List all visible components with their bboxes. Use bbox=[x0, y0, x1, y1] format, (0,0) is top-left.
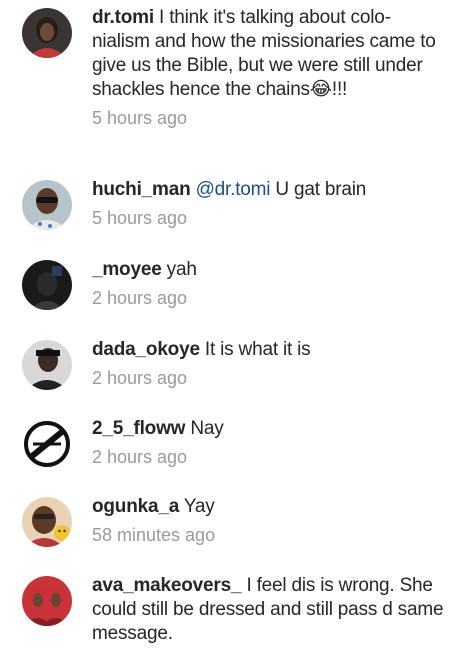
comment-text: ogunka_a Yay bbox=[92, 495, 447, 519]
comment-text: dr.tomi I think it's talking about colo-… bbox=[92, 6, 447, 102]
comment-username[interactable]: 2_5_floww bbox=[92, 418, 185, 439]
comment-username[interactable]: ava_makeovers_ bbox=[92, 575, 242, 596]
comment-text: huchi_man @dr.tomi U gat brain bbox=[92, 178, 447, 202]
avatar-woman-emoji-photo-icon bbox=[22, 497, 72, 547]
comment-timestamp: 2 hours ago bbox=[92, 447, 188, 467]
comment-mention[interactable]: @dr.tomi bbox=[196, 179, 271, 200]
comment-body: Yay bbox=[183, 496, 215, 517]
avatar[interactable] bbox=[22, 497, 72, 547]
avatar[interactable] bbox=[22, 8, 72, 58]
comment-body: yah bbox=[166, 259, 197, 280]
comment-username[interactable]: dr.tomi bbox=[92, 7, 154, 28]
comment-text: ava_makeovers_ I feel dis is wrong. She … bbox=[92, 574, 447, 646]
comment-username[interactable]: _moyee bbox=[92, 259, 162, 280]
comment-list: dr.tomi I think it's talking about colo-… bbox=[0, 0, 461, 648]
comment-text: dada_okoye It is what it is bbox=[92, 338, 447, 362]
avatar-man-photo-icon bbox=[22, 340, 72, 390]
avatar-two-women-photo-icon bbox=[22, 576, 72, 626]
avatar[interactable] bbox=[22, 260, 72, 310]
comment-text: 2_5_floww Nay bbox=[92, 417, 447, 441]
comment-body: U gat brain bbox=[275, 179, 367, 200]
avatar[interactable] bbox=[22, 180, 72, 230]
avatar-man-sunglasses-photo-icon bbox=[22, 180, 72, 230]
comment-timestamp: 5 hours ago bbox=[92, 208, 188, 228]
avatar[interactable] bbox=[22, 419, 72, 469]
comment-timestamp: 2 hours ago bbox=[92, 368, 188, 388]
comment-username[interactable]: ogunka_a bbox=[92, 496, 179, 517]
comment-timestamp: 58 minutes ago bbox=[92, 525, 216, 545]
avatar-logo-icon bbox=[22, 419, 72, 469]
comment-body: It is what it is bbox=[204, 339, 311, 360]
comment-text: _moyee yah bbox=[92, 258, 447, 282]
comment-username[interactable]: dada_okoye bbox=[92, 339, 200, 360]
avatar[interactable] bbox=[22, 340, 72, 390]
comment-body: Nay bbox=[190, 418, 224, 439]
comment-timestamp: 2 hours ago bbox=[92, 288, 188, 308]
avatar-woman-photo-icon bbox=[22, 8, 72, 58]
avatar[interactable] bbox=[22, 576, 72, 626]
comment-username[interactable]: huchi_man bbox=[92, 179, 191, 200]
avatar-dark-photo-icon bbox=[22, 260, 72, 310]
comment-timestamp: 5 hours ago bbox=[92, 108, 188, 128]
